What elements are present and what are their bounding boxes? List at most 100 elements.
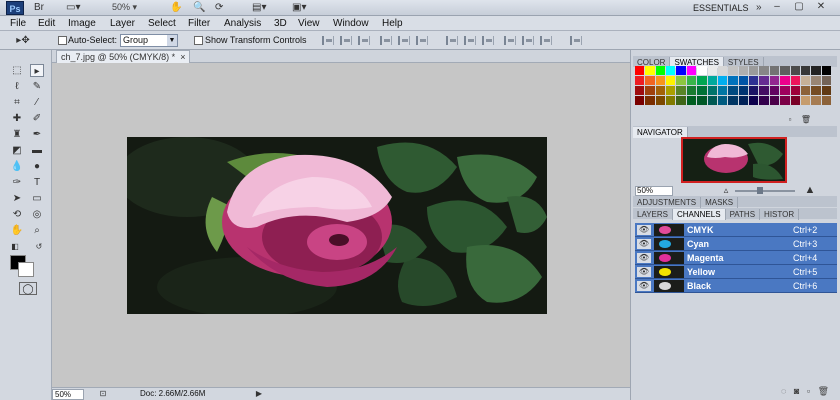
swatch[interactable]	[749, 66, 759, 75]
menu-select[interactable]: Select	[148, 17, 176, 30]
swatches-grid[interactable]	[635, 66, 831, 110]
swatch[interactable]	[707, 96, 717, 105]
swatch[interactable]	[655, 86, 666, 95]
swatch[interactable]	[780, 66, 790, 75]
swatch[interactable]	[707, 86, 717, 95]
quick-selection-tool-icon[interactable]: ✎	[30, 80, 44, 93]
distribute-bottom-icon[interactable]	[482, 36, 494, 45]
swatch[interactable]	[790, 96, 800, 105]
swatch[interactable]	[821, 76, 831, 85]
eye-icon[interactable]: 👁	[637, 253, 651, 263]
swatch[interactable]	[645, 86, 655, 95]
eyedropper-tool-icon[interactable]: ⁄	[30, 96, 44, 109]
tab-paths[interactable]: PATHS	[726, 209, 761, 220]
document-tab[interactable]: ch_7.jpg @ 50% (CMYK/8) * ×	[56, 50, 191, 63]
tab-layers[interactable]: LAYERS	[633, 209, 673, 220]
swatch[interactable]	[780, 96, 790, 105]
auto-align-layers-icon[interactable]	[570, 36, 582, 45]
3d-orbit-tool-icon[interactable]: ◎	[30, 208, 44, 221]
swatch[interactable]	[811, 66, 821, 75]
swatch[interactable]	[811, 86, 821, 95]
align-hcenter-icon[interactable]	[398, 36, 410, 45]
background-color-swatch[interactable]	[18, 262, 34, 277]
save-selection-icon[interactable]: ◙	[794, 386, 799, 396]
swatch[interactable]	[686, 86, 697, 95]
swatch[interactable]	[738, 66, 749, 75]
swatch[interactable]	[645, 96, 655, 105]
screen-mode-icon[interactable]: ▣▾	[292, 2, 306, 14]
hand-tool-icon[interactable]: ✋	[10, 224, 24, 237]
menu-file[interactable]: File	[10, 17, 26, 30]
quick-mask-icon[interactable]: ◯	[19, 282, 37, 295]
menu-window[interactable]: Window	[333, 17, 369, 30]
gradient-tool-icon[interactable]: ▬	[30, 144, 44, 157]
menu-filter[interactable]: Filter	[188, 17, 210, 30]
tab-masks[interactable]: MASKS	[701, 197, 739, 208]
swatch[interactable]	[800, 86, 811, 95]
navigator-thumbnail[interactable]	[681, 137, 787, 183]
channel-row-cmyk[interactable]: 👁 CMYK Ctrl+2	[635, 223, 837, 237]
distribute-left-icon[interactable]	[504, 36, 516, 45]
swatch[interactable]	[707, 76, 717, 85]
zoom-level-dropdown[interactable]: 50% ▾	[112, 1, 152, 14]
menu-view[interactable]: View	[298, 17, 320, 30]
swatch[interactable]	[790, 76, 800, 85]
navigator-zoom-field[interactable]: 50%	[635, 186, 673, 196]
swatch[interactable]	[749, 76, 759, 85]
swap-colors-icon[interactable]: ↺	[32, 240, 46, 253]
dodge-tool-icon[interactable]: ●	[30, 160, 44, 173]
workspace-menu-icon[interactable]: »	[756, 2, 762, 14]
swatch[interactable]	[676, 76, 686, 85]
status-preview-icon[interactable]: ⊡	[96, 388, 110, 400]
swatch[interactable]	[655, 96, 666, 105]
tab-channels[interactable]: CHANNELS	[672, 209, 726, 220]
crop-tool-icon[interactable]: ⌗	[10, 96, 24, 109]
swatch[interactable]	[780, 86, 790, 95]
menu-edit[interactable]: Edit	[38, 17, 55, 30]
align-right-icon[interactable]	[416, 36, 428, 45]
swatch[interactable]	[635, 96, 645, 105]
channel-row-cyan[interactable]: 👁 Cyan Ctrl+3	[635, 237, 837, 251]
swatch[interactable]	[676, 96, 686, 105]
distribute-top-icon[interactable]	[446, 36, 458, 45]
swatch[interactable]	[728, 96, 738, 105]
auto-select-dropdown[interactable]: Group ▼	[120, 34, 178, 47]
new-channel-icon[interactable]: ▫	[807, 386, 810, 396]
eye-icon[interactable]: 👁	[637, 225, 651, 235]
status-zoom-field[interactable]: 50%	[52, 389, 84, 400]
swatch[interactable]	[769, 96, 780, 105]
menu-3d[interactable]: 3D	[274, 17, 287, 30]
clone-stamp-tool-icon[interactable]: ♜	[10, 128, 24, 141]
swatch[interactable]	[686, 66, 697, 75]
swatch[interactable]	[666, 66, 676, 75]
swatch[interactable]	[697, 96, 707, 105]
rotate-view-icon[interactable]: ⟳	[215, 2, 223, 14]
menu-help[interactable]: Help	[382, 17, 403, 30]
swatch[interactable]	[790, 86, 800, 95]
eye-icon[interactable]: 👁	[637, 239, 651, 249]
swatch[interactable]	[697, 86, 707, 95]
swatch[interactable]	[821, 96, 831, 105]
swatch[interactable]	[635, 66, 645, 75]
swatch[interactable]	[686, 96, 697, 105]
minimize-button[interactable]: –	[766, 0, 788, 14]
eraser-tool-icon[interactable]: ◩	[10, 144, 24, 157]
swatch[interactable]	[738, 76, 749, 85]
status-menu-arrow-icon[interactable]: ▶	[252, 388, 266, 400]
move-tool-icon[interactable]: ▸	[30, 64, 44, 77]
channel-row-yellow[interactable]: 👁 Yellow Ctrl+5	[635, 265, 837, 279]
zoom-tool-icon[interactable]: 🔍	[193, 2, 205, 14]
align-left-icon[interactable]	[380, 36, 392, 45]
tab-adjustments[interactable]: ADJUSTMENTS	[633, 197, 702, 208]
auto-select-checkbox[interactable]	[58, 36, 67, 45]
swatch[interactable]	[738, 96, 749, 105]
swatch[interactable]	[676, 86, 686, 95]
swatch[interactable]	[697, 76, 707, 85]
new-swatch-icon[interactable]: ▫	[783, 113, 797, 126]
canvas-area[interactable]	[52, 63, 630, 387]
swatch[interactable]	[728, 86, 738, 95]
load-selection-icon[interactable]: ◌	[781, 386, 786, 396]
marquee-tool-icon[interactable]: ⬚	[10, 64, 24, 77]
swatch[interactable]	[645, 76, 655, 85]
3d-rotate-tool-icon[interactable]: ⟲	[10, 208, 24, 221]
